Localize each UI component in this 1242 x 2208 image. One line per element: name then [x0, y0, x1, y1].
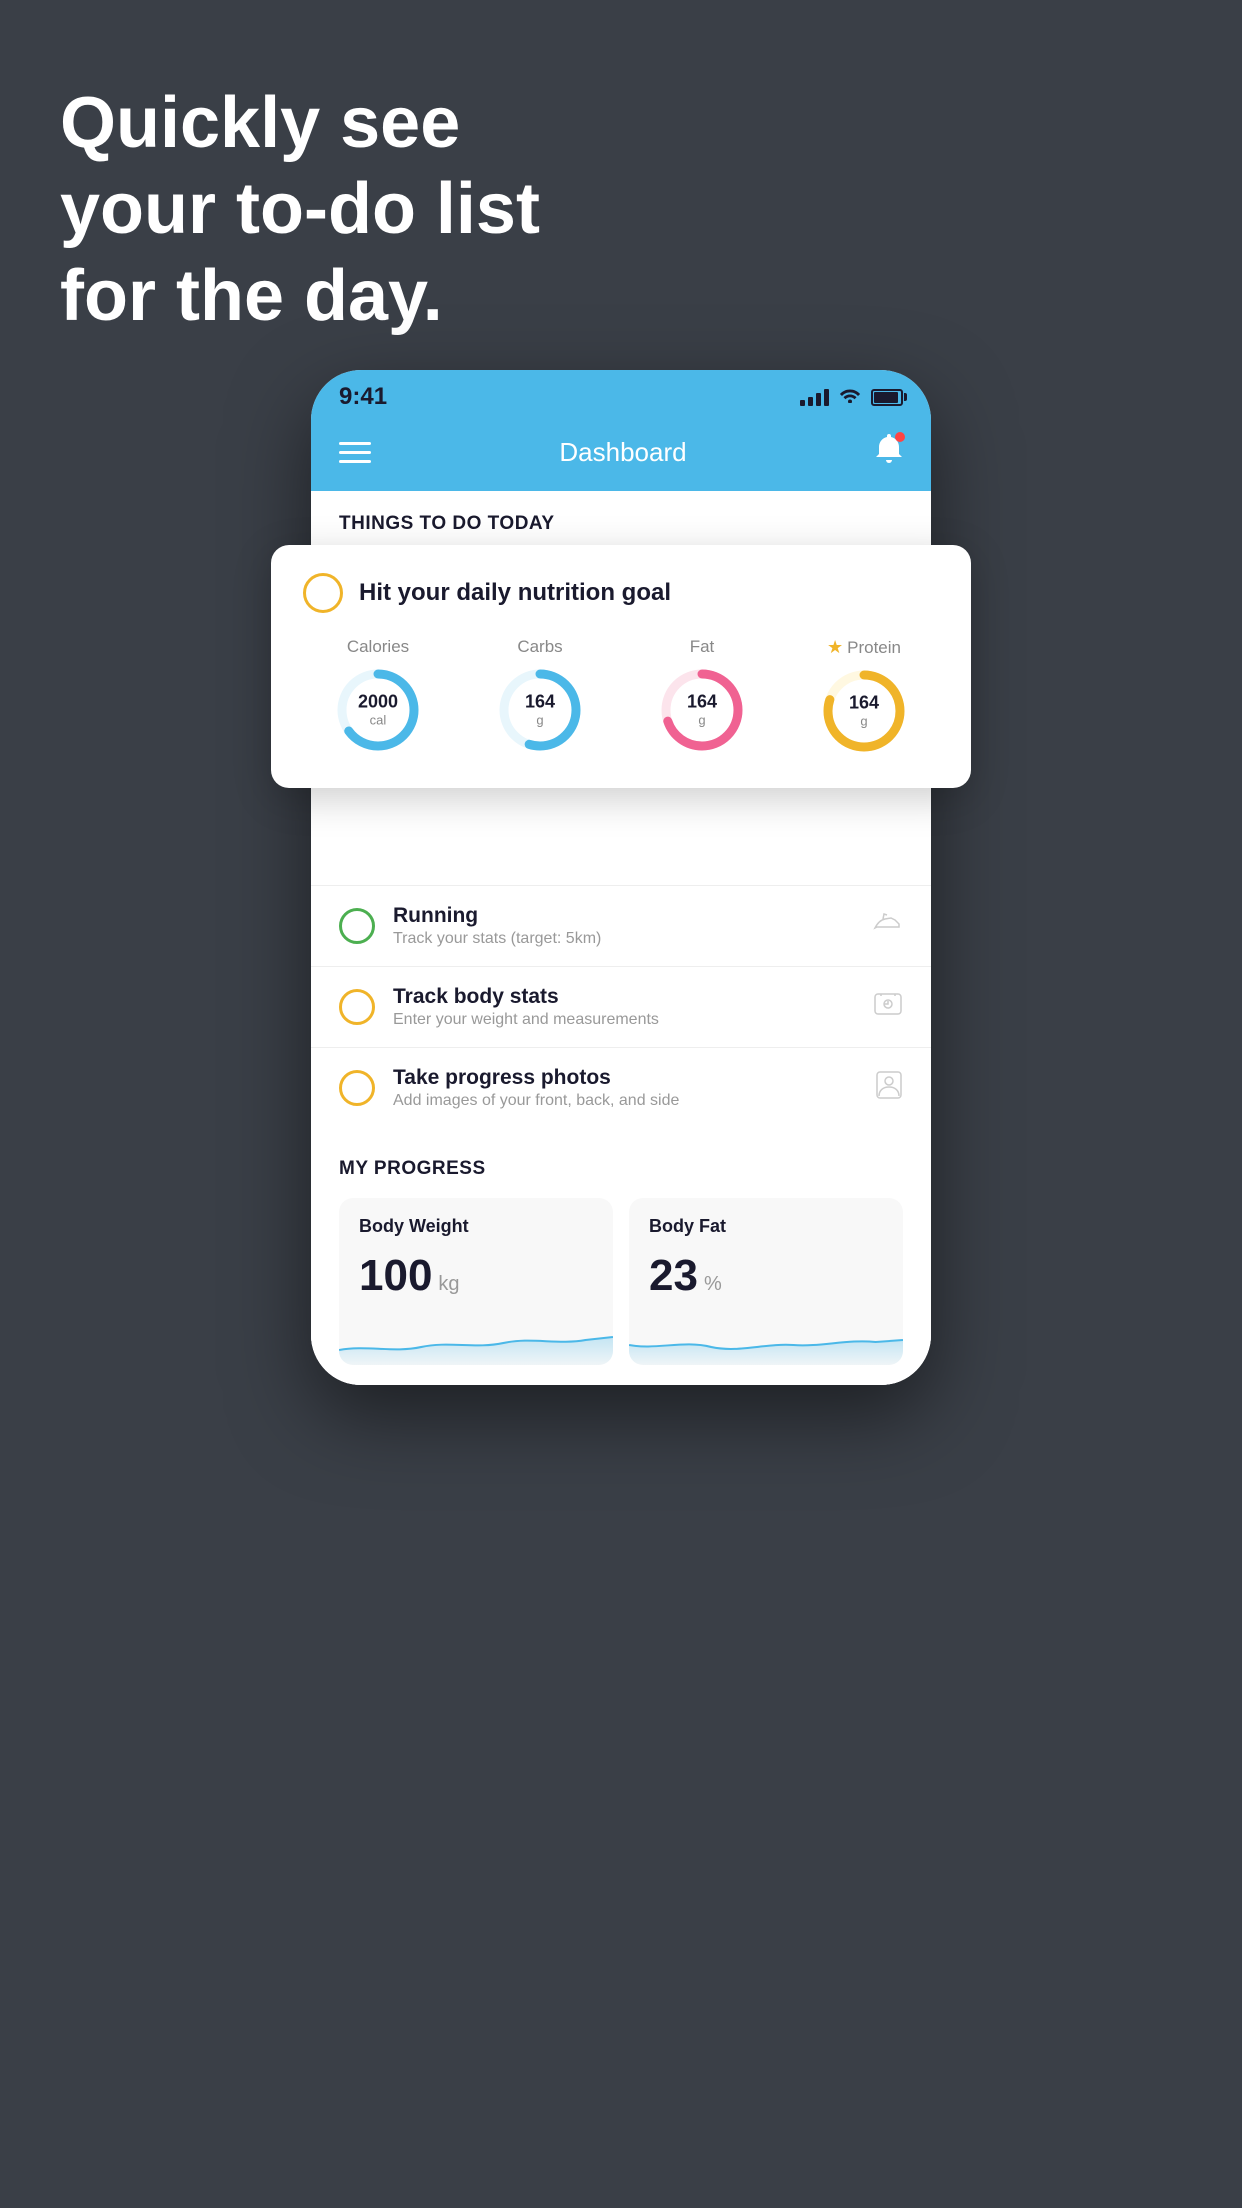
todo-title-bodystats: Track body stats [393, 985, 855, 1009]
carbs-unit: g [525, 712, 555, 727]
fat-item: Fat 164 g [657, 637, 747, 756]
body-fat-value-row: 23 % [649, 1251, 883, 1301]
carbs-item: Carbs 164 g [495, 637, 585, 756]
todo-circle-running [339, 908, 375, 944]
status-time: 9:41 [339, 383, 387, 411]
carbs-label: Carbs [517, 637, 562, 657]
body-fat-value: 23 [649, 1251, 698, 1301]
todo-text-running: Running Track your stats (target: 5km) [393, 904, 855, 948]
list-item[interactable]: Take progress photos Add images of your … [311, 1047, 931, 1128]
things-today-header: THINGS TO DO TODAY [311, 491, 931, 545]
todo-circle-photos [339, 1070, 375, 1106]
battery-icon [871, 389, 903, 406]
calories-item: Calories 2000 cal [333, 637, 423, 756]
carbs-donut: 164 g [495, 665, 585, 755]
list-item[interactable]: Running Track your stats (target: 5km) [311, 885, 931, 966]
protein-label: Protein [847, 638, 901, 658]
nutrition-card: Hit your daily nutrition goal Calories 2… [271, 545, 971, 788]
body-fat-unit: % [704, 1273, 722, 1296]
fat-value: 164 [687, 693, 717, 713]
calories-donut: 2000 cal [333, 665, 423, 755]
todo-circle-nutrition [303, 573, 343, 613]
list-item[interactable]: Track body stats Enter your weight and m… [311, 966, 931, 1047]
app-header: Dashboard [311, 422, 931, 491]
protein-item: ★ Protein 164 g [819, 637, 909, 756]
body-weight-chart [339, 1315, 613, 1365]
progress-section: MY PROGRESS Body Weight 100 kg [311, 1128, 931, 1385]
fat-donut: 164 g [657, 665, 747, 755]
todo-circle-bodystats [339, 989, 375, 1025]
todo-subtitle-bodystats: Enter your weight and measurements [393, 1011, 855, 1029]
body-weight-value-row: 100 kg [359, 1251, 593, 1301]
card-title-row: Hit your daily nutrition goal [303, 573, 939, 613]
status-bar: 9:41 [311, 370, 931, 422]
portrait-icon [875, 1070, 903, 1107]
fat-label: Fat [690, 637, 715, 657]
shoe-icon [873, 910, 903, 943]
hero-line3: for the day. [60, 253, 540, 339]
protein-value: 164 [849, 694, 879, 714]
hero-text: Quickly see your to-do list for the day. [60, 80, 540, 339]
carbs-value: 164 [525, 693, 555, 713]
signal-icon [800, 388, 829, 406]
todo-list: Running Track your stats (target: 5km) T… [311, 885, 931, 1128]
todo-text-bodystats: Track body stats Enter your weight and m… [393, 985, 855, 1029]
scale-icon [873, 990, 903, 1025]
notification-badge [895, 432, 905, 442]
progress-cards: Body Weight 100 kg [339, 1198, 903, 1365]
body-fat-chart [629, 1315, 903, 1365]
nutrition-card-title: Hit your daily nutrition goal [359, 579, 671, 607]
calories-unit: cal [358, 712, 398, 727]
todo-text-photos: Take progress photos Add images of your … [393, 1066, 857, 1110]
nutrition-grid: Calories 2000 cal Carbs [303, 637, 939, 756]
progress-header: MY PROGRESS [339, 1158, 903, 1180]
hero-line2: your to-do list [60, 166, 540, 252]
calories-label: Calories [347, 637, 409, 657]
fat-unit: g [687, 712, 717, 727]
body-fat-title: Body Fat [649, 1216, 883, 1237]
status-icons [800, 387, 903, 408]
body-fat-card[interactable]: Body Fat 23 % [629, 1198, 903, 1365]
protein-unit: g [849, 713, 879, 728]
phone-mockup: 9:41 Da [311, 370, 931, 1385]
page-title: Dashboard [559, 437, 686, 468]
protein-donut: 164 g [819, 666, 909, 756]
calories-value: 2000 [358, 693, 398, 713]
body-weight-title: Body Weight [359, 1216, 593, 1237]
todo-title-photos: Take progress photos [393, 1066, 857, 1090]
wifi-icon [839, 387, 861, 408]
body-weight-unit: kg [438, 1273, 459, 1296]
todo-subtitle-running: Track your stats (target: 5km) [393, 930, 855, 948]
menu-button[interactable] [339, 442, 371, 463]
body-weight-card[interactable]: Body Weight 100 kg [339, 1198, 613, 1365]
body-weight-value: 100 [359, 1251, 432, 1301]
hero-line1: Quickly see [60, 80, 540, 166]
todo-title-running: Running [393, 904, 855, 928]
star-icon: ★ [827, 637, 843, 658]
notification-button[interactable] [875, 434, 903, 471]
todo-subtitle-photos: Add images of your front, back, and side [393, 1092, 857, 1110]
